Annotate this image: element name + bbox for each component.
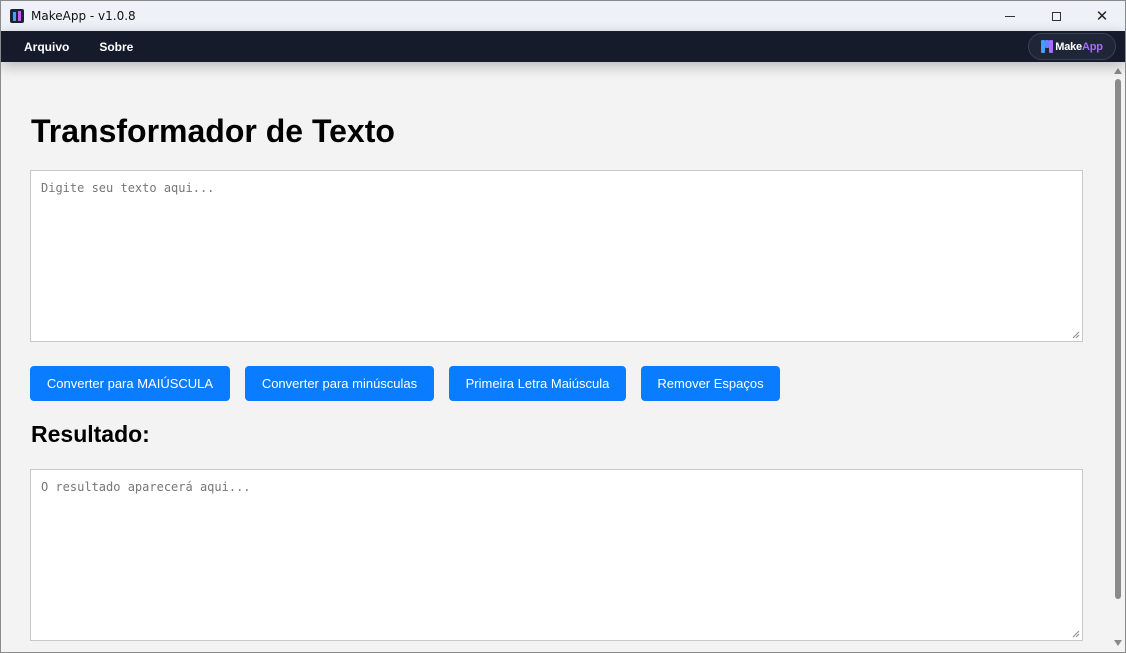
capitalize-button[interactable]: Primeira Letra Maiúscula [449, 366, 626, 401]
menu-item-sobre[interactable]: Sobre [99, 40, 133, 54]
result-output-area[interactable]: O resultado aparecerá aqui... [30, 469, 1083, 641]
scroll-down-arrow-icon[interactable] [1114, 640, 1122, 646]
close-button[interactable]: ✕ [1079, 1, 1125, 31]
brand-badge[interactable]: MakeApp [1028, 33, 1116, 60]
vertical-scrollbar[interactable] [1111, 62, 1125, 652]
text-input-placeholder: Digite seu texto aqui... [41, 181, 215, 195]
brand-name: MakeApp [1055, 41, 1103, 53]
remove-spaces-button[interactable]: Remover Espaços [641, 366, 780, 401]
brand-logo-icon [1041, 40, 1054, 53]
lowercase-button[interactable]: Converter para minúsculas [245, 366, 434, 401]
maximize-icon [1051, 11, 1061, 21]
menu-bar: Arquivo Sobre MakeApp [1, 31, 1125, 62]
close-icon: ✕ [1095, 6, 1109, 25]
main-content: Transformador de Texto Digite seu texto … [1, 62, 1111, 652]
app-window: MakeApp - v1.0.8 ✕ Arquivo Sobre MakeApp [0, 0, 1126, 653]
brand-name-part1: Make [1055, 40, 1082, 53]
brand-name-part2: App [1081, 40, 1103, 53]
resize-grip-icon[interactable] [1072, 331, 1080, 339]
maximize-button[interactable] [1033, 1, 1079, 31]
text-input-area[interactable]: Digite seu texto aqui... [30, 170, 1083, 342]
scrollbar-thumb[interactable] [1115, 79, 1121, 599]
scroll-up-arrow-icon[interactable] [1114, 68, 1122, 74]
app-logo-icon [10, 9, 24, 23]
window-title: MakeApp - v1.0.8 [31, 9, 136, 23]
resize-grip-icon[interactable] [1072, 630, 1080, 638]
result-output-placeholder: O resultado aparecerá aqui... [41, 480, 251, 494]
window-controls: ✕ [987, 1, 1125, 31]
page-title: Transformador de Texto [31, 113, 395, 149]
title-bar[interactable]: MakeApp - v1.0.8 ✕ [1, 1, 1125, 31]
menu-item-arquivo[interactable]: Arquivo [24, 40, 69, 54]
action-buttons: Converter para MAIÚSCULA Converter para … [30, 366, 795, 401]
result-heading: Resultado: [31, 421, 150, 447]
uppercase-button[interactable]: Converter para MAIÚSCULA [30, 366, 230, 401]
minimize-button[interactable] [987, 1, 1033, 31]
minimize-icon [1005, 15, 1015, 17]
